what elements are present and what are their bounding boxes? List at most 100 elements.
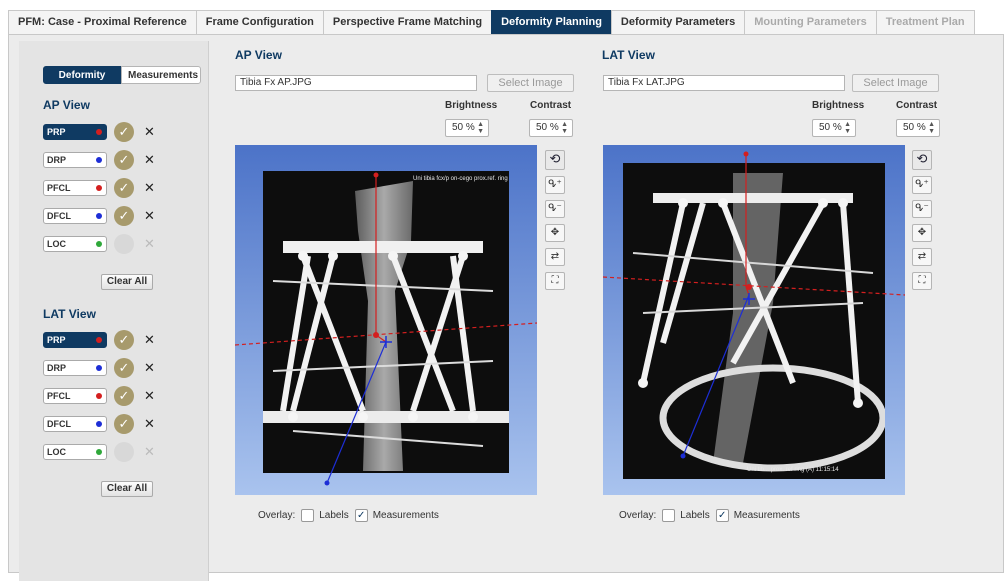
point-select-button[interactable]: PFCL [43, 388, 107, 404]
spin-arrows-icon[interactable]: ▲ ▼ [477, 121, 484, 135]
pan-icon[interactable]: ✥ [545, 224, 565, 242]
remove-point-icon[interactable]: ✕ [144, 208, 155, 224]
remove-point-icon[interactable]: ✕ [144, 388, 155, 404]
point-label: PRP [47, 127, 66, 137]
tab-treatment-plan[interactable]: Treatment Plan [875, 10, 975, 34]
ap-overlay-options: Overlay: Labels ✓ Measurements [258, 509, 439, 522]
undo-icon[interactable]: ⟲ [545, 150, 565, 170]
measurements-checkbox-label: Measurements [733, 510, 800, 521]
point-select-button[interactable]: DFCL [43, 416, 107, 432]
point-label: DRP [47, 155, 67, 165]
remove-point-icon[interactable]: ✕ [144, 152, 155, 168]
confirm-check-icon[interactable]: ✓ [114, 206, 134, 226]
fit-to-screen-icon[interactable]: ⛶ [912, 272, 932, 290]
zoom-out-icon[interactable]: ᕴ⁻ [545, 200, 565, 218]
labels-checkbox-label: Labels [680, 510, 710, 521]
fit-to-screen-icon[interactable]: ⛶ [545, 272, 565, 290]
ap-measurement-overlay[interactable] [235, 145, 537, 495]
zoom-in-icon[interactable]: ᕴ⁺ [545, 176, 565, 194]
point-color-dot-icon [96, 241, 102, 247]
point-label: PRP [47, 335, 66, 345]
rotate-icon[interactable]: ⇄ [545, 248, 565, 266]
confirm-check-icon[interactable]: ✓ [114, 358, 134, 378]
point-select-button[interactable]: PFCL [43, 180, 107, 196]
confirm-check-icon[interactable]: ✓ [114, 442, 134, 462]
confirm-check-icon[interactable]: ✓ [114, 414, 134, 434]
undo-icon[interactable]: ⟲ [912, 150, 932, 170]
ap-view-title: AP View [235, 48, 282, 62]
lat-section-title: LAT View [43, 307, 96, 321]
confirm-check-icon[interactable]: ✓ [114, 122, 134, 142]
overlay-label: Overlay: [258, 510, 296, 521]
rotate-icon[interactable]: ⇄ [912, 248, 932, 266]
remove-point-icon[interactable]: ✕ [144, 332, 155, 348]
tab-bar: PFM: Case - Proximal Reference Frame Con… [8, 10, 975, 34]
remove-point-icon[interactable]: ✕ [144, 416, 155, 432]
spin-arrows-icon[interactable]: ▲ ▼ [561, 121, 568, 135]
lat-image-viewer[interactable]: Uni tib... prox. ref ring (A) 11:15:14 [603, 145, 905, 495]
lat-brightness-value: 50 % [819, 122, 842, 133]
measurements-toggle-button[interactable]: Measurements [121, 66, 201, 84]
labels-checkbox-label: Labels [319, 510, 349, 521]
point-color-dot-icon [96, 157, 102, 163]
remove-point-icon[interactable]: ✕ [144, 124, 155, 140]
tab-frame-configuration[interactable]: Frame Configuration [195, 10, 323, 34]
ap-section-title: AP View [43, 98, 90, 112]
spin-arrows-icon[interactable]: ▲ ▼ [928, 121, 935, 135]
point-select-button[interactable]: PRP [43, 124, 107, 140]
tab-deformity-parameters[interactable]: Deformity Parameters [610, 10, 745, 34]
remove-point-icon[interactable]: ✕ [144, 236, 155, 252]
ap-measurements-checkbox[interactable]: ✓ [354, 509, 368, 522]
lat-file-input[interactable]: Tibia Fx LAT.JPG [603, 75, 845, 91]
lat-brightness-stepper[interactable]: 50 % ▲ ▼ [812, 119, 856, 137]
lat-contrast-stepper[interactable]: 50 % ▲ ▼ [896, 119, 940, 137]
lat-measurements-checkbox[interactable]: ✓ [715, 509, 729, 522]
ap-brightness-stepper[interactable]: 50 % ▲ ▼ [445, 119, 489, 137]
lat-labels-checkbox[interactable] [662, 509, 676, 522]
point-select-button[interactable]: LOC [43, 444, 107, 460]
lat-view-title: LAT View [602, 48, 655, 62]
point-select-button[interactable]: LOC [43, 236, 107, 252]
ap-clear-all-button[interactable]: Clear All [101, 274, 153, 290]
confirm-check-icon[interactable]: ✓ [114, 150, 134, 170]
ap-labels-checkbox[interactable] [301, 509, 315, 522]
tab-pfm-case[interactable]: PFM: Case - Proximal Reference [8, 10, 196, 34]
confirm-check-icon[interactable]: ✓ [114, 386, 134, 406]
point-select-button[interactable]: DRP [43, 360, 107, 376]
remove-point-icon[interactable]: ✕ [144, 360, 155, 376]
confirm-check-icon[interactable]: ✓ [114, 234, 134, 254]
confirm-check-icon[interactable]: ✓ [114, 330, 134, 350]
point-select-button[interactable]: PRP [43, 332, 107, 348]
lat-overlay-options: Overlay: Labels ✓ Measurements [619, 509, 800, 522]
lat-measurement-overlay[interactable] [603, 145, 905, 495]
point-label: DRP [47, 363, 67, 373]
spin-arrows-icon[interactable]: ▲ ▼ [844, 121, 851, 135]
zoom-in-icon[interactable]: ᕴ⁺ [912, 176, 932, 194]
ap-contrast-stepper[interactable]: 50 % ▲ ▼ [529, 119, 573, 137]
zoom-out-icon[interactable]: ᕴ⁻ [912, 200, 932, 218]
ap-brightness-label: Brightness [445, 100, 498, 111]
mode-toggle: Deformity Measurements [43, 66, 201, 84]
point-row: LOC ✓ ✕ [43, 234, 155, 254]
deformity-toggle-button[interactable]: Deformity [43, 66, 121, 84]
lat-select-image-button[interactable]: Select Image [852, 74, 939, 92]
ap-file-input[interactable]: Tibia Fx AP.JPG [235, 75, 477, 91]
point-select-button[interactable]: DFCL [43, 208, 107, 224]
ap-image-viewer[interactable]: Uni tibia fcx/p on-cego prox.ref. ring [235, 145, 537, 495]
point-select-button[interactable]: DRP [43, 152, 107, 168]
tab-deformity-planning[interactable]: Deformity Planning [491, 10, 611, 34]
ap-select-image-button[interactable]: Select Image [487, 74, 574, 92]
lat-clear-all-button[interactable]: Clear All [101, 481, 153, 497]
confirm-check-icon[interactable]: ✓ [114, 178, 134, 198]
point-color-dot-icon [96, 365, 102, 371]
point-row: DFCL ✓ ✕ [43, 206, 155, 226]
pan-icon[interactable]: ✥ [912, 224, 932, 242]
point-row: DRP ✓ ✕ [43, 358, 155, 378]
point-color-dot-icon [96, 449, 102, 455]
tab-perspective-frame-matching[interactable]: Perspective Frame Matching [322, 10, 492, 34]
tab-mounting-parameters[interactable]: Mounting Parameters [744, 10, 876, 34]
ap-contrast-label: Contrast [530, 100, 572, 111]
remove-point-icon[interactable]: ✕ [144, 444, 155, 460]
point-label: LOC [47, 447, 66, 457]
remove-point-icon[interactable]: ✕ [144, 180, 155, 196]
